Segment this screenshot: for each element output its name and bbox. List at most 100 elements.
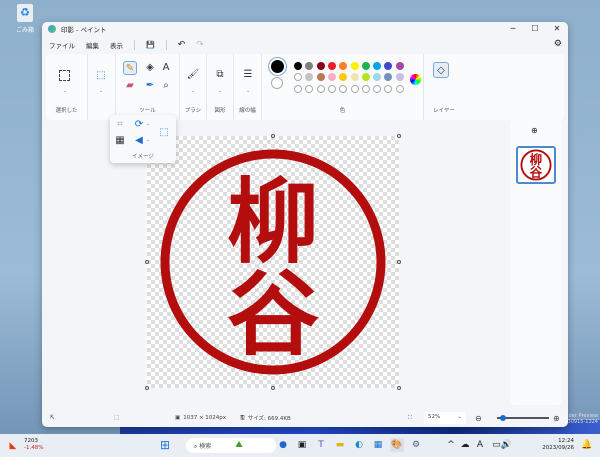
image-resize-icon[interactable]: ⬚ — [94, 69, 108, 83]
resize-handle[interactable] — [397, 134, 401, 138]
rotate-icon[interactable]: ⟳ — [132, 118, 146, 132]
undo-icon[interactable]: ↶ — [178, 40, 186, 50]
shapes-icon[interactable]: ⧉ — [213, 68, 227, 82]
onedrive-icon[interactable]: ☁ — [458, 438, 472, 452]
chevron-down-icon[interactable]: ⌄ — [99, 88, 103, 94]
color-swatch[interactable] — [294, 84, 302, 93]
resize-handle[interactable] — [397, 386, 401, 390]
magnifier-icon[interactable]: ⌕ — [159, 79, 173, 93]
chevron-down-icon[interactable]: ⌄ — [146, 137, 150, 143]
color-swatch[interactable] — [350, 73, 359, 82]
color-swatch[interactable] — [339, 62, 348, 70]
zoom-select[interactable]: 52% ⌄ — [424, 412, 466, 424]
ime-icon[interactable]: A — [473, 438, 487, 452]
color-swatch[interactable] — [361, 84, 370, 93]
zoom-out-icon[interactable]: ⊖ — [475, 414, 482, 423]
task-view-icon[interactable]: ▣ — [295, 438, 309, 452]
color-swatch[interactable] — [305, 73, 314, 82]
color-swatch[interactable] — [361, 73, 370, 82]
color-swatch[interactable] — [327, 84, 336, 93]
resize-handle[interactable] — [145, 386, 149, 390]
resize-handle[interactable] — [271, 134, 275, 138]
color-swatch[interactable] — [327, 73, 336, 82]
chevron-down-icon[interactable]: ⌄ — [146, 121, 150, 127]
color-swatch[interactable] — [339, 73, 348, 82]
color-swatch[interactable] — [373, 73, 382, 82]
stock-widget-icon[interactable]: ◣ — [6, 439, 20, 453]
color-swatch[interactable] — [384, 73, 393, 82]
color-swatch[interactable] — [294, 62, 302, 70]
add-layer-icon[interactable]: ⊕ — [531, 126, 538, 135]
zoom-in-icon[interactable]: ⊕ — [553, 414, 560, 423]
fit-to-window-icon[interactable]: ⛶ — [408, 415, 412, 422]
edit-colors-icon[interactable] — [410, 74, 421, 85]
show-hidden-icons-chevron[interactable]: ^ — [444, 438, 458, 452]
secondary-color-swatch[interactable] — [271, 77, 283, 89]
brush-icon[interactable]: 🖌 — [186, 68, 200, 82]
redo-icon[interactable]: ↷ — [196, 40, 204, 50]
chevron-down-icon[interactable]: ⌄ — [246, 88, 250, 94]
eraser-icon[interactable]: ▰ — [123, 79, 137, 93]
desktop-icon-recycle-bin[interactable]: ♻ ごみ箱 — [10, 4, 40, 34]
file-explorer-icon[interactable]: ▬ — [333, 438, 347, 452]
color-swatch[interactable] — [305, 62, 314, 70]
line-width-icon[interactable]: ☰ — [241, 68, 255, 82]
paint-taskbar-icon[interactable]: 🎨 — [390, 438, 404, 452]
crop-icon[interactable]: ⌗ — [113, 118, 127, 132]
color-swatch[interactable] — [395, 62, 404, 70]
primary-color-swatch[interactable] — [271, 60, 284, 73]
teams-icon[interactable]: T — [314, 438, 328, 452]
color-swatch[interactable] — [305, 84, 314, 93]
menu-view[interactable]: 表示 — [110, 40, 123, 50]
chevron-down-icon[interactable]: ⌄ — [63, 88, 67, 94]
settings-taskbar-icon[interactable]: ⚙ — [409, 438, 423, 452]
stock-widget[interactable]: 7203 -1.48% — [24, 438, 43, 452]
color-swatch[interactable] — [316, 84, 325, 93]
pencil-icon[interactable]: ✎ — [123, 61, 137, 75]
start-windows-icon[interactable]: ⊞ — [158, 438, 172, 452]
color-swatch[interactable] — [361, 62, 370, 70]
settings-gear-icon[interactable]: ⚙ — [554, 39, 562, 49]
taskbar-search[interactable]: ⌕ 検索 — [186, 438, 276, 453]
zoom-slider-thumb[interactable] — [500, 415, 507, 421]
color-swatch[interactable] — [395, 73, 404, 82]
chevron-down-icon[interactable]: ⌄ — [191, 88, 195, 94]
resize-handle[interactable] — [145, 260, 149, 264]
zoom-slider[interactable] — [497, 415, 549, 421]
color-swatch[interactable] — [373, 62, 382, 70]
color-picker-icon[interactable]: ✒ — [143, 79, 157, 93]
color-swatch[interactable] — [339, 84, 348, 93]
fill-bucket-icon[interactable]: ◈ — [143, 61, 157, 75]
menu-edit[interactable]: 編集 — [86, 40, 99, 50]
layer-thumbnail[interactable]: 柳谷 — [516, 146, 556, 184]
drawing-canvas[interactable]: 柳 谷 — [147, 136, 399, 388]
color-swatch[interactable] — [350, 84, 359, 93]
flip-icon[interactable]: ◀ — [132, 134, 146, 148]
menu-file[interactable]: ファイル — [49, 40, 75, 50]
color-swatch[interactable] — [327, 62, 336, 70]
network-volume-icon[interactable]: ▭🔊 — [488, 438, 516, 452]
store-icon[interactable]: ▦ — [371, 438, 385, 452]
color-swatch[interactable] — [316, 73, 325, 82]
color-swatch[interactable] — [384, 84, 393, 93]
selection-rect-icon[interactable] — [59, 70, 70, 81]
color-swatch[interactable] — [395, 84, 404, 93]
layers-icon[interactable]: ◇ — [433, 62, 449, 78]
color-swatch[interactable] — [373, 84, 382, 93]
resize-handle[interactable] — [271, 386, 275, 390]
color-swatch[interactable] — [316, 62, 325, 70]
select-all-icon[interactable]: ▦ — [113, 134, 127, 148]
copilot-icon[interactable]: ● — [276, 438, 290, 452]
minimize-button[interactable]: ─ — [502, 22, 524, 36]
text-icon[interactable]: A — [159, 61, 173, 75]
maximize-button[interactable]: ☐ — [524, 22, 546, 36]
color-swatch[interactable] — [384, 62, 393, 70]
close-button[interactable]: ✕ — [546, 22, 568, 36]
clock[interactable]: 12:24 2023/09/26 — [522, 438, 574, 452]
save-icon[interactable]: 💾 — [146, 41, 155, 49]
edge-icon[interactable]: ◐ — [352, 438, 366, 452]
resize-handle[interactable] — [397, 260, 401, 264]
color-swatch[interactable] — [294, 73, 302, 82]
notification-bell-icon[interactable]: 🔔 — [580, 438, 594, 452]
resize-image-icon[interactable]: ⬚ — [157, 126, 171, 140]
